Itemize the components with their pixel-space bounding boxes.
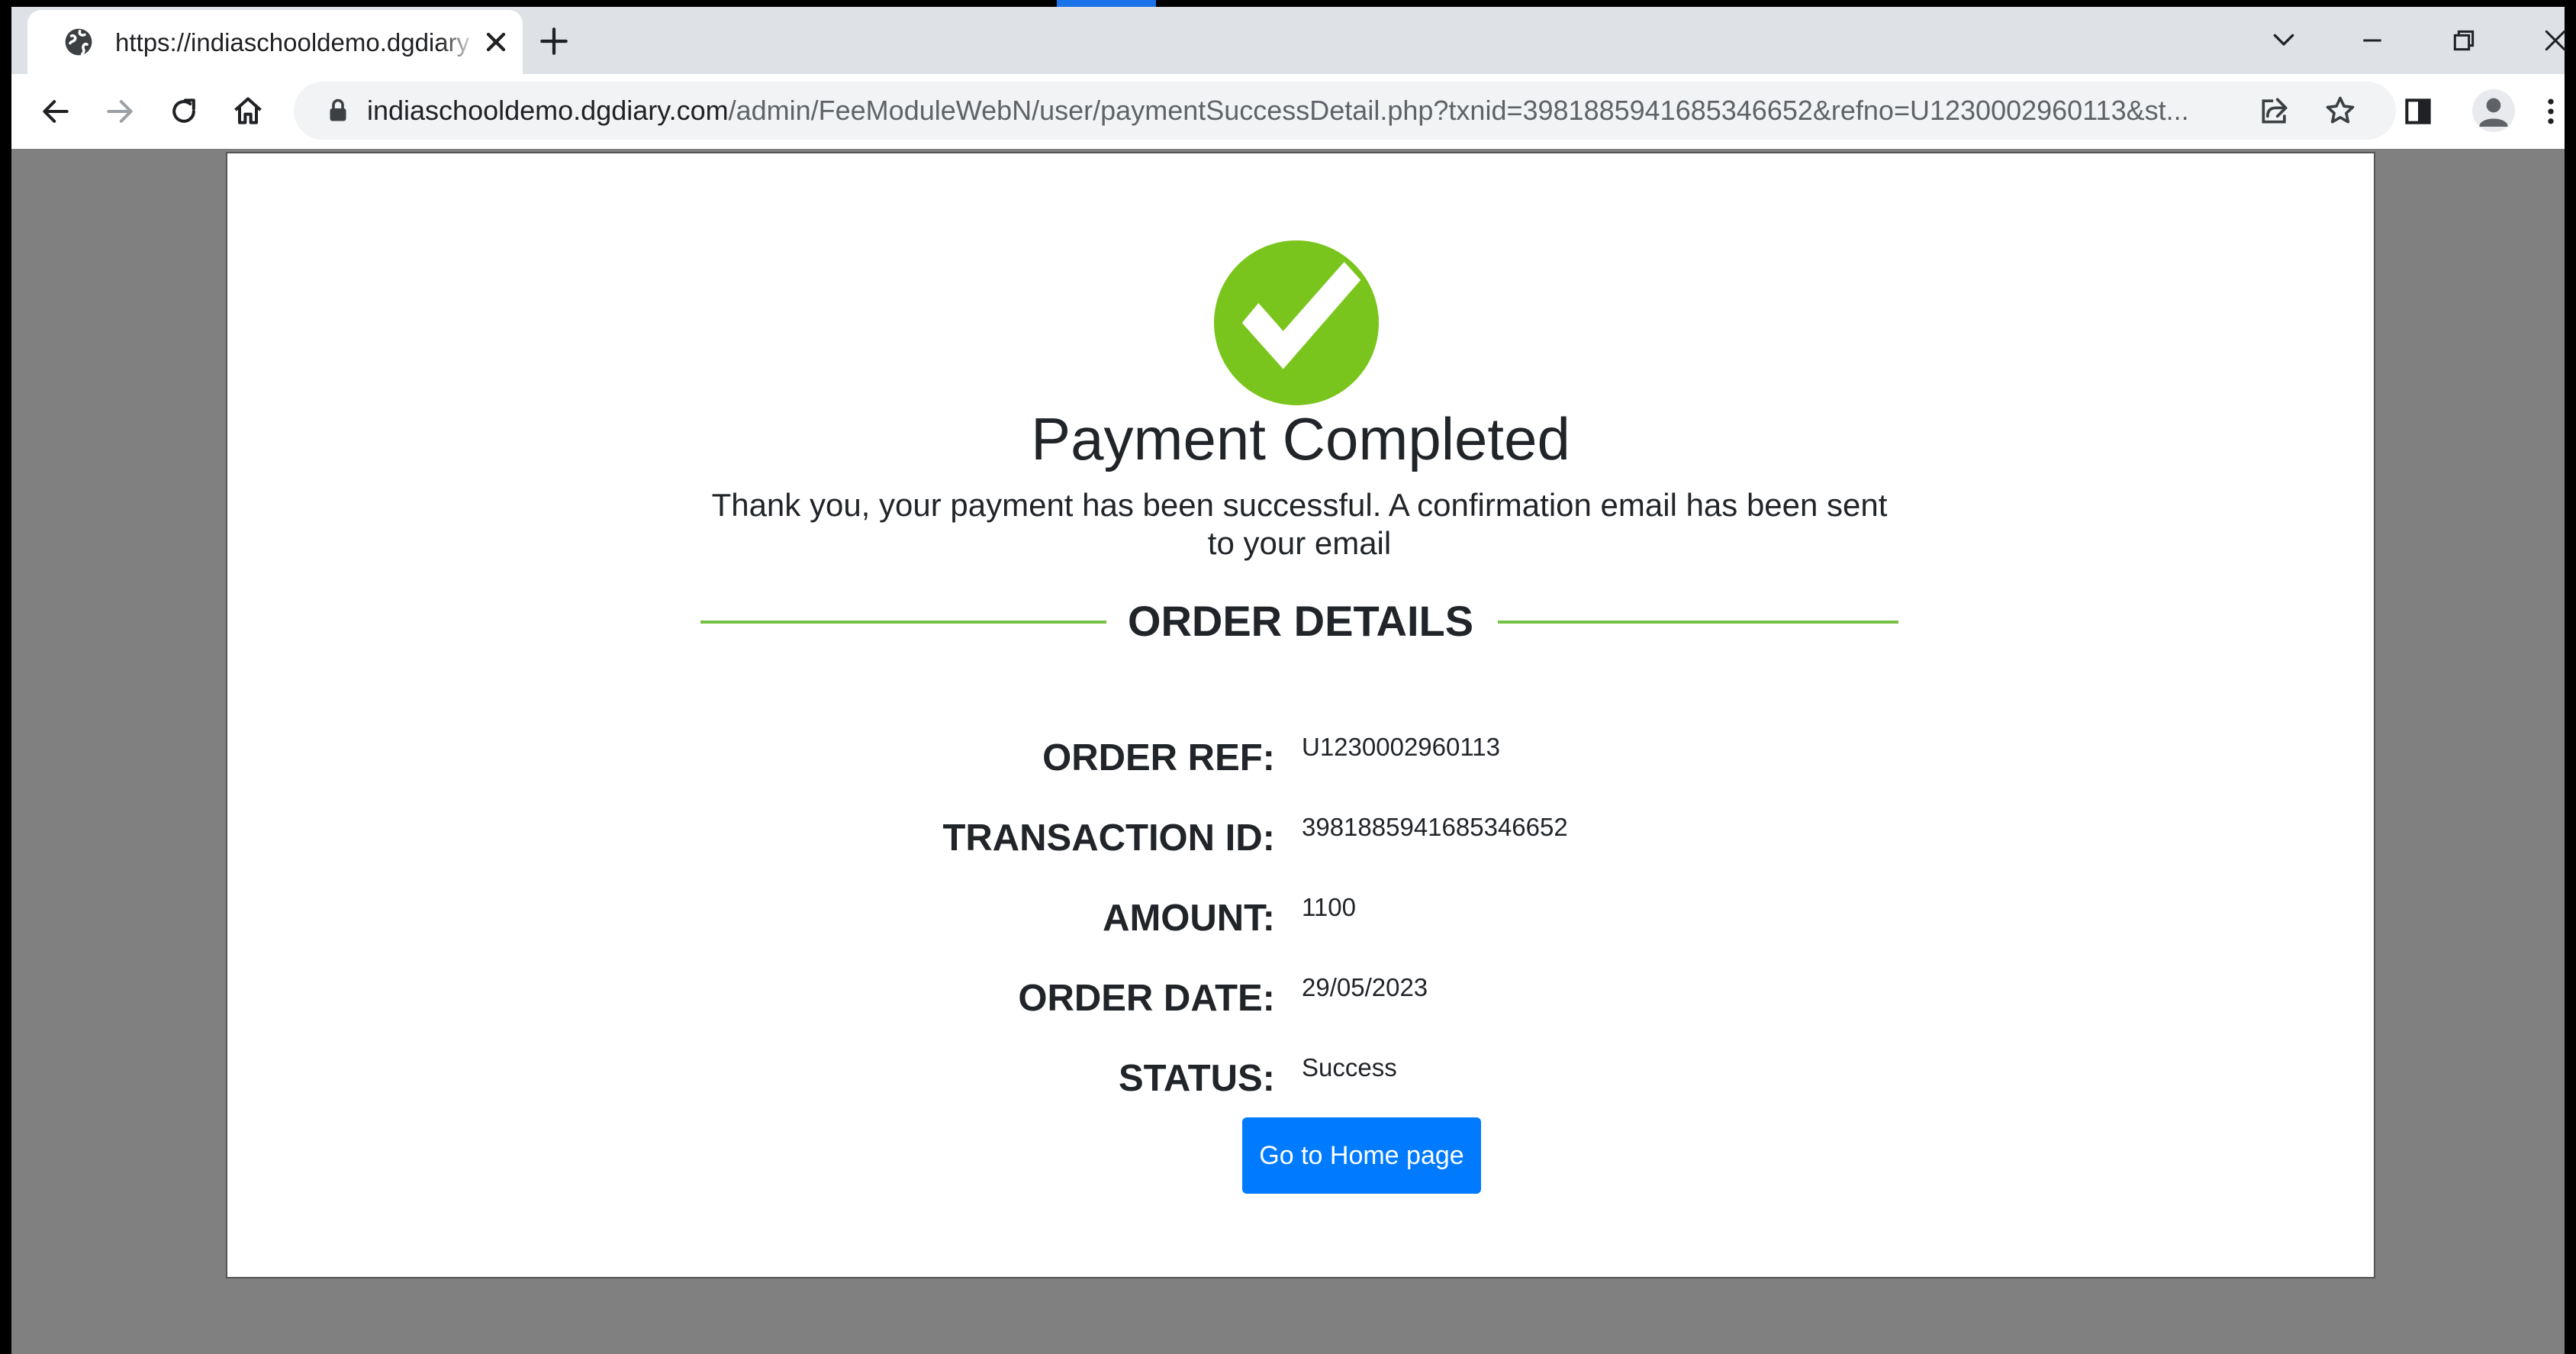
back-arrow-icon[interactable]	[39, 95, 72, 128]
home-icon[interactable]	[231, 95, 265, 128]
chevron-down-icon[interactable]	[2268, 25, 2299, 56]
restore-icon[interactable]	[2449, 25, 2479, 56]
url-host: indiaschooldemo.dgdiary.com	[367, 95, 729, 126]
detail-row-order-date: ORDER DATE: 29/05/2023	[227, 973, 2374, 1027]
side-panel-icon[interactable]	[2401, 95, 2435, 128]
detail-value: 3981885941685346652	[1302, 813, 1568, 841]
payment-success-card: Payment Completed Thank you, your paymen…	[226, 152, 2375, 1278]
confirmation-message: Thank you, your payment has been success…	[711, 487, 1888, 561]
page-viewport: Payment Completed Thank you, your paymen…	[11, 149, 2565, 1354]
forward-arrow-icon[interactable]	[103, 95, 137, 128]
detail-row-transaction-id: TRANSACTION ID: 3981885941685346652	[227, 813, 2374, 867]
plus-icon[interactable]	[538, 25, 570, 57]
close-icon[interactable]	[2540, 25, 2571, 56]
tab-title: https://indiaschooldemo.dgdiary	[115, 28, 470, 56]
browser-window: https://indiaschooldemo.dgdiary indiasch…	[0, 0, 2576, 1354]
detail-label: ORDER REF:	[1042, 737, 1275, 779]
detail-value: U1230002960113	[1302, 733, 1500, 761]
detail-value: Success	[1302, 1053, 1397, 1082]
url-text[interactable]: indiaschooldemo.dgdiary.com/admin/FeeMod…	[367, 94, 2229, 127]
share-icon[interactable]	[2258, 94, 2291, 127]
person-icon	[2479, 98, 2508, 127]
detail-label: STATUS:	[1118, 1058, 1275, 1099]
more-menu-icon[interactable]	[2534, 95, 2568, 128]
close-icon[interactable]	[481, 27, 511, 57]
detail-label: TRANSACTION ID:	[942, 817, 1275, 859]
detail-row-amount: AMOUNT: 1100	[227, 893, 2374, 947]
reload-icon[interactable]	[167, 95, 201, 128]
check-circle-icon	[1214, 240, 1379, 405]
detail-value: 1100	[1302, 893, 1356, 921]
section-divider-right	[1498, 621, 1898, 624]
tab-strip: https://indiaschooldemo.dgdiary	[11, 7, 2566, 74]
detail-label: AMOUNT:	[1103, 898, 1275, 939]
url-path: /admin/FeeModuleWebN/user/paymentSuccess…	[728, 95, 2189, 126]
star-icon[interactable]	[2323, 94, 2357, 127]
lock-icon[interactable]	[324, 97, 352, 124]
profile-avatar[interactable]	[2472, 89, 2515, 132]
go-to-home-page-button[interactable]: Go to Home page	[1242, 1117, 1481, 1194]
globe-icon	[65, 28, 92, 56]
browser-tab[interactable]: https://indiaschooldemo.dgdiary	[27, 10, 523, 74]
detail-row-status: STATUS: Success	[227, 1053, 2374, 1107]
section-title: ORDER DETAILS	[1127, 597, 1474, 645]
window-accent-bar	[1057, 0, 1156, 7]
detail-value: 29/05/2023	[1302, 973, 1428, 1001]
address-bar[interactable]: indiaschooldemo.dgdiary.com/admin/FeeMod…	[294, 82, 2396, 140]
detail-label: ORDER DATE:	[1018, 978, 1275, 1019]
browser-toolbar: indiaschooldemo.dgdiary.com/admin/FeeMod…	[11, 74, 2565, 149]
page-title: Payment Completed	[1031, 405, 1570, 472]
detail-row-order-ref: ORDER REF: U1230002960113	[227, 733, 2374, 787]
minimize-icon[interactable]	[2357, 25, 2388, 56]
